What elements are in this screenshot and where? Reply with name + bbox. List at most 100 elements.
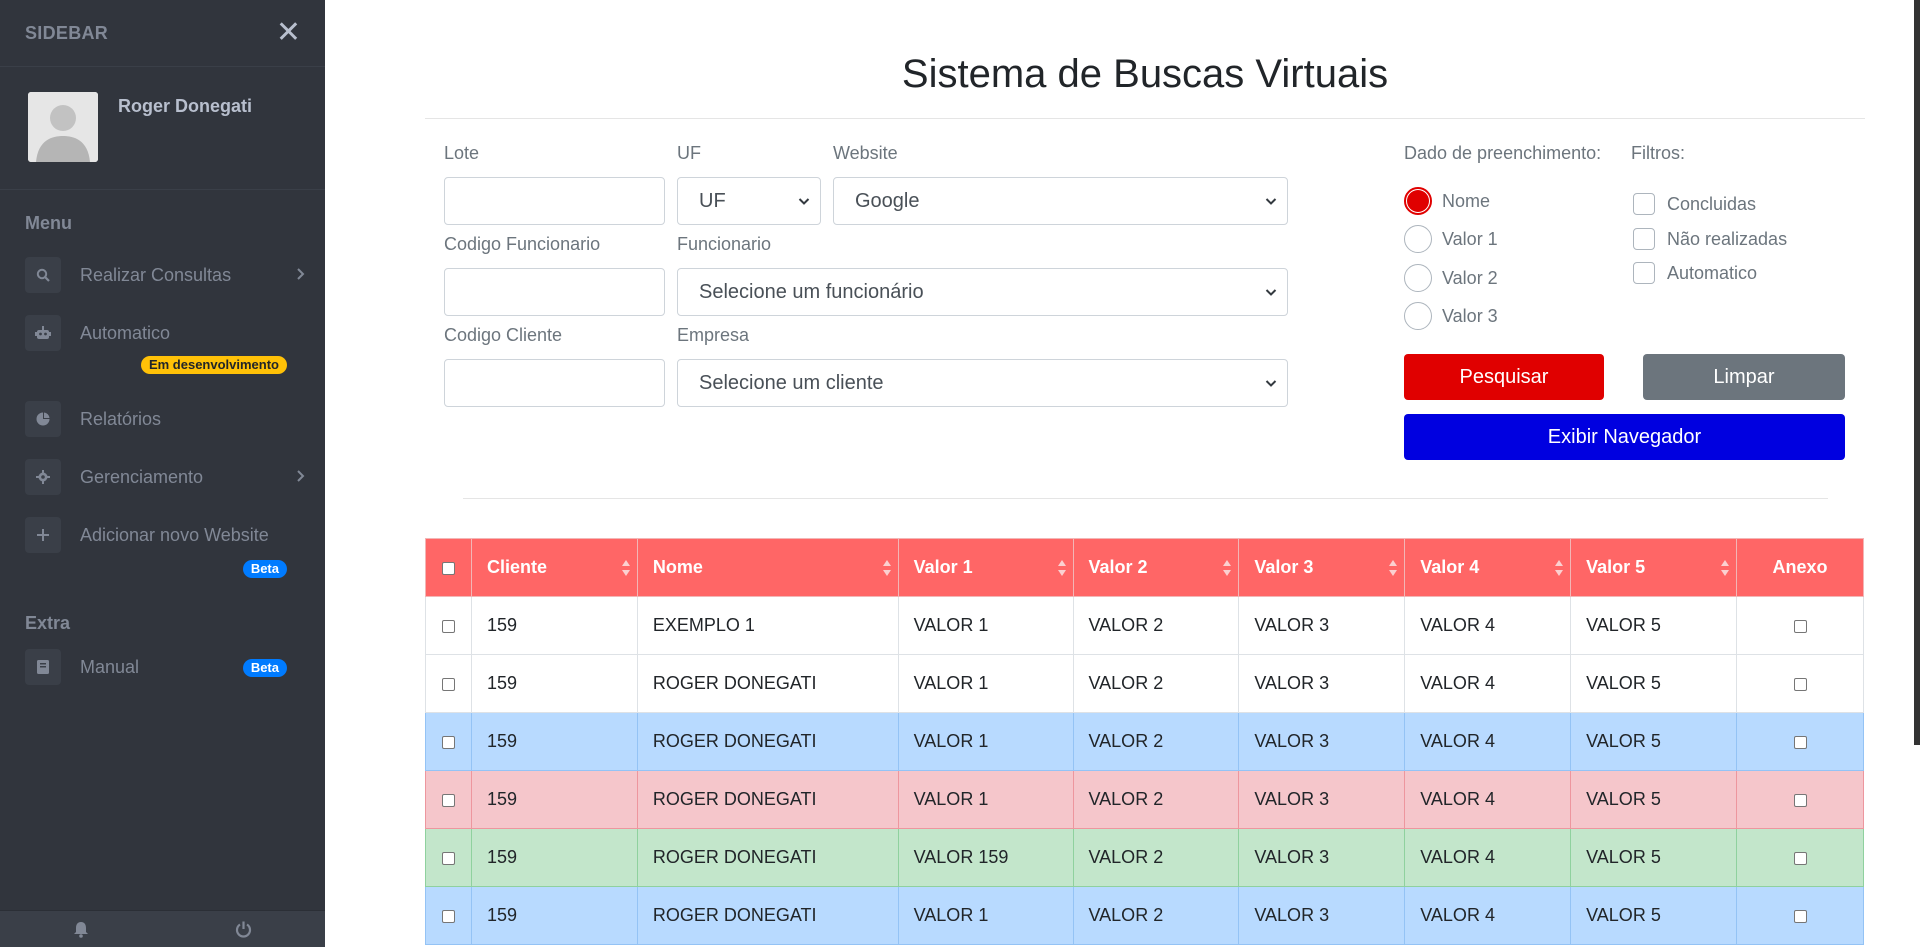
- book-icon: [25, 649, 61, 685]
- show-browser-button[interactable]: Exibir Navegador: [1404, 414, 1845, 460]
- cell-valor-2: VALOR 2: [1072, 712, 1240, 771]
- sidebar-item-realizar-consultas[interactable]: Realizar Consultas: [0, 246, 325, 304]
- row-checkbox[interactable]: [441, 619, 455, 633]
- page-title: Sistema de Buscas Virtuais: [901, 52, 1389, 96]
- cell-valor-4: VALOR 4: [1404, 770, 1572, 829]
- empresa-select[interactable]: Selecione um cliente: [677, 359, 1288, 407]
- row-checkbox[interactable]: [441, 909, 455, 923]
- anexo-checkbox[interactable]: [1793, 909, 1807, 923]
- column-label: Valor 5: [1586, 557, 1646, 577]
- divider: [425, 118, 1865, 119]
- radio-button[interactable]: [1404, 264, 1432, 292]
- table-row[interactable]: 159 ROGER DONEGATI VALOR 1 VALOR 2 VALOR…: [425, 886, 1864, 945]
- cell-valor-1: VALOR 159: [897, 828, 1074, 887]
- gear-icon: [25, 459, 61, 495]
- anexo-checkbox[interactable]: [1793, 735, 1807, 749]
- column-header-cliente[interactable]: Cliente: [470, 538, 638, 597]
- radio-valor-1[interactable]: Valor 1: [1404, 225, 1498, 253]
- sidebar-item-manual[interactable]: Manual Beta: [0, 638, 325, 696]
- anexo-checkbox[interactable]: [1793, 851, 1807, 865]
- anexo-cell: [1736, 712, 1864, 771]
- anexo-cell: [1736, 828, 1864, 887]
- column-header-nome[interactable]: Nome: [636, 538, 899, 597]
- sort-icon: [621, 560, 630, 576]
- sidebar-item-adicionar-website[interactable]: Adicionar novo Website: [0, 506, 325, 564]
- anexo-checkbox[interactable]: [1793, 677, 1807, 691]
- radio-valor-2[interactable]: Valor 2: [1404, 264, 1498, 292]
- search-button[interactable]: Pesquisar: [1404, 354, 1604, 400]
- lote-input[interactable]: [444, 177, 665, 225]
- select-all-checkbox[interactable]: [441, 561, 455, 575]
- filter-automatico[interactable]: Automatico: [1633, 262, 1757, 284]
- row-checkbox[interactable]: [441, 677, 455, 691]
- chevron-down-icon: [798, 198, 810, 205]
- user-name: Roger Donegati: [118, 96, 253, 116]
- chevron-down-icon: [1265, 198, 1277, 205]
- website-select[interactable]: Google: [833, 177, 1288, 225]
- radio-label: Valor 3: [1442, 305, 1498, 326]
- chevron-right-icon: [297, 267, 305, 285]
- column-header-valor-2[interactable]: Valor 2: [1072, 538, 1240, 597]
- sidebar-item-relatorios[interactable]: Relatórios: [0, 390, 325, 448]
- sidebar-item-gerenciamento[interactable]: Gerenciamento: [0, 448, 325, 506]
- checkbox[interactable]: [1633, 193, 1655, 215]
- radio-button[interactable]: [1404, 302, 1432, 330]
- radio-button[interactable]: [1404, 187, 1432, 215]
- row-checkbox[interactable]: [441, 851, 455, 865]
- sidebar-item-label: Gerenciamento: [80, 466, 204, 487]
- codigo-funcionario-input[interactable]: [444, 268, 665, 316]
- sort-icon: [1223, 560, 1232, 576]
- column-label: Valor 2: [1088, 557, 1148, 577]
- cell-valor-3: VALOR 3: [1238, 886, 1406, 945]
- row-select-cell: [425, 596, 472, 655]
- column-header-valor-3[interactable]: Valor 3: [1238, 538, 1406, 597]
- pie-chart-icon: [25, 401, 61, 437]
- filter-nao-realizadas[interactable]: Não realizadas: [1633, 228, 1787, 250]
- funcionario-select[interactable]: Selecione um funcionário: [677, 268, 1288, 316]
- table-row[interactable]: 159 EXEMPLO 1 VALOR 1 VALOR 2 VALOR 3 VA…: [425, 596, 1864, 655]
- anexo-cell: [1736, 596, 1864, 655]
- radio-nome[interactable]: Nome: [1404, 187, 1490, 215]
- anexo-checkbox[interactable]: [1793, 619, 1807, 633]
- cell-nome: EXEMPLO 1: [636, 596, 899, 655]
- cell-cliente: 159: [470, 770, 638, 829]
- row-select-cell: [425, 712, 472, 771]
- checkbox[interactable]: [1633, 262, 1655, 284]
- cell-valor-5: VALOR 5: [1570, 886, 1737, 945]
- table-row[interactable]: 159 ROGER DONEGATI VALOR 1 VALOR 2 VALOR…: [425, 770, 1864, 829]
- row-select-cell: [425, 770, 472, 829]
- table-row[interactable]: 159 ROGER DONEGATI VALOR 159 VALOR 2 VAL…: [425, 828, 1864, 887]
- cell-valor-2: VALOR 2: [1072, 770, 1240, 829]
- checkbox[interactable]: [1633, 228, 1655, 250]
- codigo-cliente-input[interactable]: [444, 359, 665, 407]
- column-header-valor-5[interactable]: Valor 5: [1570, 538, 1737, 597]
- sidebar-item-label: Adicionar novo Website: [80, 524, 269, 545]
- clear-button[interactable]: Limpar: [1643, 354, 1845, 400]
- radio-valor-3[interactable]: Valor 3: [1404, 302, 1498, 330]
- radio-button[interactable]: [1404, 225, 1432, 253]
- codigo-cliente-label: Codigo Cliente: [444, 325, 563, 345]
- page-scrollbar[interactable]: [1914, 0, 1920, 745]
- status-badge-dev: Em desenvolvimento: [140, 356, 287, 374]
- bell-icon[interactable]: [0, 911, 163, 947]
- column-header-valor-1[interactable]: Valor 1: [897, 538, 1074, 597]
- fill-data-label: Dado de preenchimento:: [1404, 143, 1602, 163]
- uf-select-value: UF: [699, 189, 726, 212]
- sort-icon: [882, 560, 891, 576]
- column-header-valor-4[interactable]: Valor 4: [1404, 538, 1572, 597]
- search-icon: [25, 257, 61, 293]
- column-header-anexo: Anexo: [1736, 538, 1864, 597]
- cell-nome: ROGER DONEGATI: [636, 828, 899, 887]
- anexo-checkbox[interactable]: [1793, 793, 1807, 807]
- close-icon[interactable]: ✕: [276, 18, 301, 48]
- uf-select[interactable]: UF: [677, 177, 821, 225]
- cell-nome: ROGER DONEGATI: [636, 886, 899, 945]
- filter-concluidas[interactable]: Concluidas: [1633, 193, 1756, 215]
- table-row[interactable]: 159 ROGER DONEGATI VALOR 1 VALOR 2 VALOR…: [425, 654, 1864, 713]
- cell-cliente: 159: [470, 828, 638, 887]
- row-checkbox[interactable]: [441, 793, 455, 807]
- sidebar-item-automatico[interactable]: Automatico: [0, 304, 325, 362]
- row-checkbox[interactable]: [441, 735, 455, 749]
- table-row[interactable]: 159 ROGER DONEGATI VALOR 1 VALOR 2 VALOR…: [425, 712, 1864, 771]
- power-icon[interactable]: [163, 911, 326, 947]
